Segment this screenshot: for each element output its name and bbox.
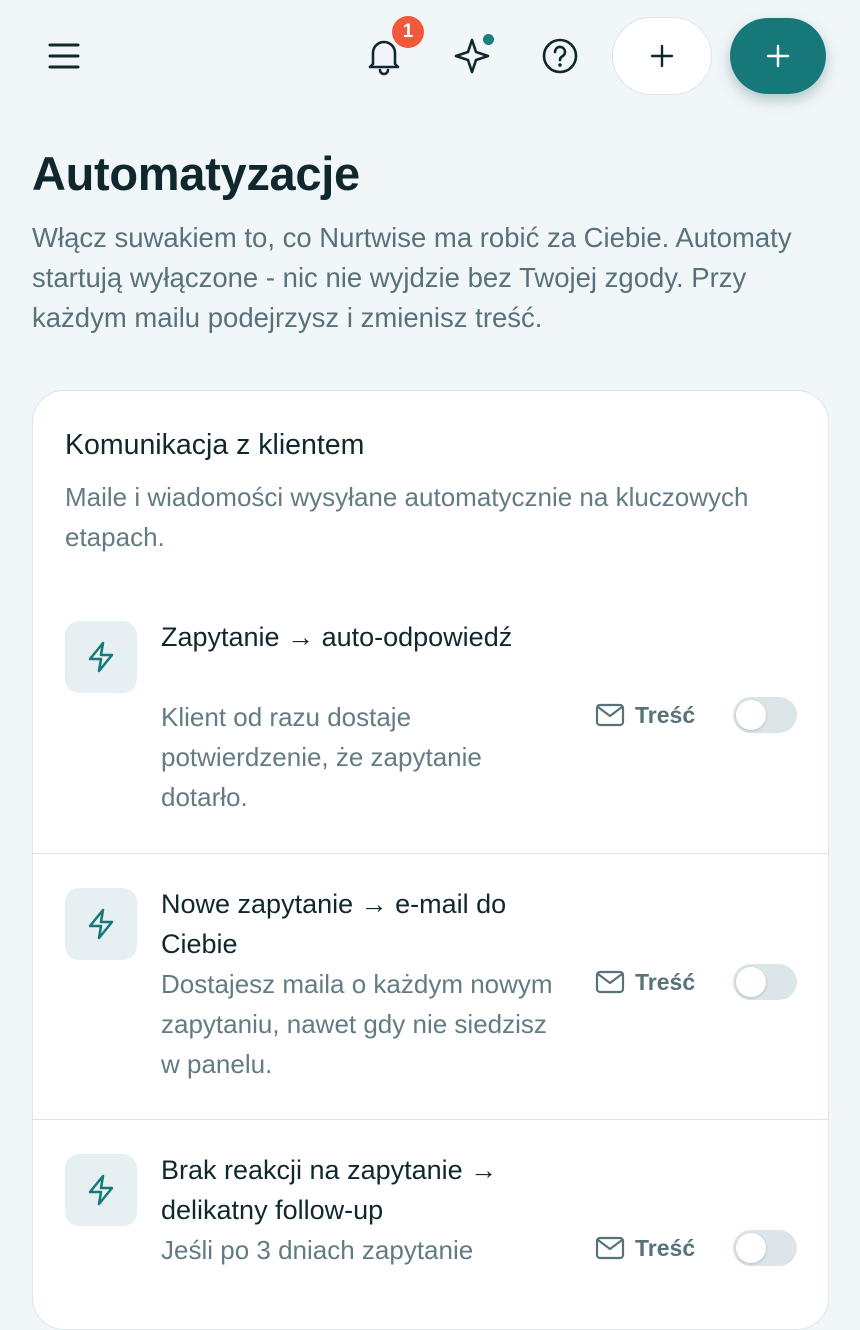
page-description: Włącz suwakiem to, co Nurtwise ma robić …	[32, 222, 792, 333]
lightning-bolt-icon	[65, 1154, 137, 1226]
top-bar: 1	[0, 0, 860, 112]
automation-toggle[interactable]	[733, 964, 797, 1000]
lightning-bolt-icon	[65, 621, 137, 693]
automation-toggle[interactable]	[733, 697, 797, 733]
automation-description: Klient od razu dostaje potwierdzenie, że…	[161, 702, 482, 812]
automation-item: Zapytanie → auto-odpowiedź Klient od raz…	[33, 587, 828, 853]
edit-content-button[interactable]: Treść	[595, 695, 695, 735]
hamburger-menu-icon-svg	[48, 43, 80, 69]
quick-add-button[interactable]	[612, 17, 712, 95]
lightning-bolt-icon-svg	[88, 908, 114, 940]
automation-title: Nowe zapytanie → e-mail do Ciebie	[161, 889, 507, 959]
edit-content-label: Treść	[635, 701, 696, 728]
help-circle-icon-svg	[542, 38, 578, 74]
help-circle-icon[interactable]	[534, 30, 586, 82]
plus-icon	[766, 44, 790, 68]
section-description: Maile i wiadomości wysyłane automatyczni…	[65, 482, 749, 552]
create-new-button[interactable]	[730, 18, 826, 94]
lightning-bolt-icon-svg	[88, 1174, 114, 1206]
automation-item: Brak reakcji na zapytanie → delikatny fo…	[33, 1119, 828, 1329]
mail-icon	[595, 703, 625, 727]
sparkle-indicator-dot	[481, 32, 496, 47]
toggle-knob	[736, 700, 766, 730]
automation-title: Zapytanie → auto-odpowiedź	[161, 622, 513, 652]
notification-badge: 1	[392, 16, 424, 48]
edit-content-label: Treść	[635, 1234, 696, 1261]
mail-icon	[595, 1236, 625, 1260]
automation-section-card: Komunikacja z klientem Maile i wiadomośc…	[32, 390, 829, 1330]
toggle-knob	[736, 1233, 766, 1263]
automation-item: Nowe zapytanie → e-mail do Ciebie Dostaj…	[33, 853, 828, 1119]
lightning-bolt-icon	[65, 888, 137, 960]
automation-toggle[interactable]	[733, 1230, 797, 1266]
hamburger-menu-icon[interactable]	[38, 30, 90, 82]
automation-title: Brak reakcji na zapytanie → delikatny fo…	[161, 1155, 498, 1225]
automation-description: Dostajesz maila o każdym nowym zapytaniu…	[161, 969, 553, 1079]
toggle-knob	[736, 967, 766, 997]
page-title: Automatyzacje	[32, 147, 360, 200]
section-title: Komunikacja z klientem	[65, 429, 365, 461]
automation-description: Jeśli po 3 dniach zapytanie	[161, 1235, 474, 1265]
lightning-bolt-icon-svg	[88, 641, 114, 673]
edit-content-label: Treść	[635, 968, 696, 995]
plus-icon	[650, 44, 674, 68]
edit-content-button[interactable]: Treść	[595, 1228, 695, 1268]
mail-icon	[595, 970, 625, 994]
edit-content-button[interactable]: Treść	[595, 962, 695, 1002]
